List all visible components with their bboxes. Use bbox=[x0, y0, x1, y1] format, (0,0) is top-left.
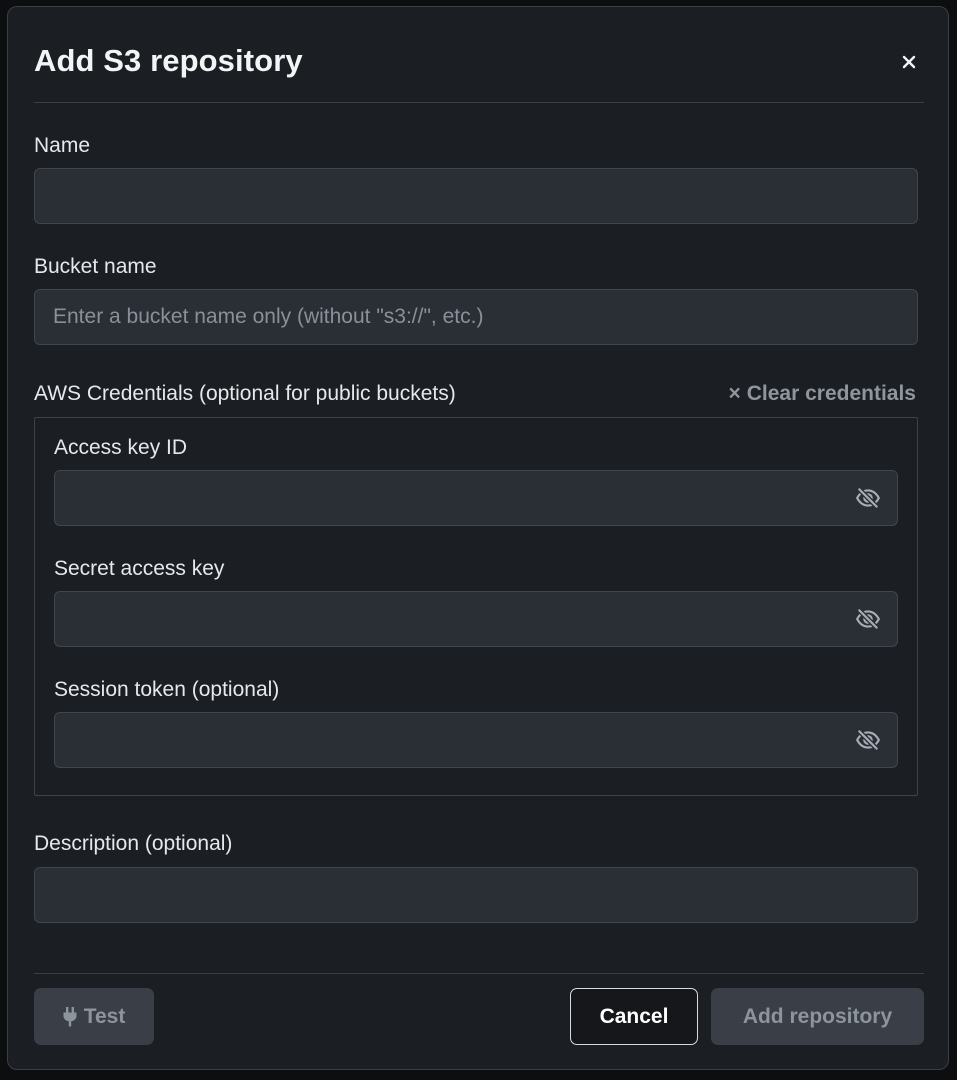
add-s3-repository-dialog: Add S3 repository Name Bucket name AWS C… bbox=[7, 6, 949, 1070]
access-key-id-label: Access key ID bbox=[54, 436, 188, 459]
clear-credentials-label: Clear credentials bbox=[746, 382, 916, 405]
secret-access-key-input[interactable] bbox=[54, 591, 898, 647]
name-label: Name bbox=[34, 134, 91, 157]
add-repository-button[interactable]: Add repository bbox=[711, 988, 924, 1045]
session-token-input[interactable] bbox=[54, 712, 898, 768]
footer-divider bbox=[34, 973, 924, 974]
cancel-button-label: Cancel bbox=[599, 1004, 669, 1028]
description-input[interactable] bbox=[34, 867, 918, 923]
plug-icon bbox=[63, 1006, 77, 1027]
close-icon: × bbox=[728, 382, 741, 405]
eye-slash-icon[interactable] bbox=[855, 727, 881, 753]
bucket-name-label: Bucket name bbox=[34, 255, 157, 278]
session-token-label: Session token (optional) bbox=[54, 678, 280, 701]
eye-slash-icon[interactable] bbox=[855, 606, 881, 632]
secret-access-key-label: Secret access key bbox=[54, 557, 225, 580]
access-key-id-input[interactable] bbox=[54, 470, 898, 526]
close-icon bbox=[902, 55, 916, 69]
name-input[interactable] bbox=[34, 168, 918, 224]
test-button[interactable]: Test bbox=[34, 988, 154, 1045]
add-repository-button-label: Add repository bbox=[742, 1004, 893, 1028]
bucket-name-input[interactable] bbox=[34, 289, 918, 345]
close-button[interactable] bbox=[896, 49, 922, 75]
eye-slash-icon[interactable] bbox=[855, 485, 881, 511]
clear-credentials-link[interactable]: × Clear credentials bbox=[728, 382, 916, 406]
cancel-button[interactable]: Cancel bbox=[570, 988, 698, 1045]
test-button-label: Test bbox=[83, 1004, 126, 1028]
aws-credentials-label: AWS Credentials (optional for public buc… bbox=[34, 382, 456, 405]
dialog-title: Add S3 repository bbox=[34, 43, 303, 78]
header-divider bbox=[34, 102, 924, 103]
description-label: Description (optional) bbox=[34, 832, 233, 855]
